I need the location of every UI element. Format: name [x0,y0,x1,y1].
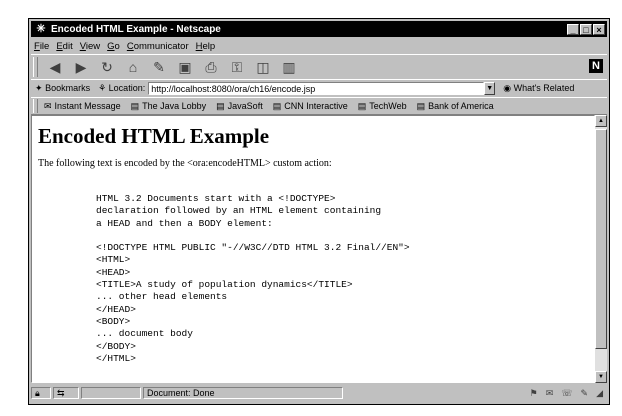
location-label: ⚘ Location: [98,83,145,94]
connection-icon: ⇆ [53,387,79,399]
bookmark-page-icon: ▤ [357,100,367,111]
stop-icon[interactable]: ▥ [278,57,300,77]
menu-go[interactable]: Go [107,41,120,52]
toolbar-grip[interactable] [33,57,38,77]
status-bar: 🔒︎ ⇆ Document: Done ⚑ ✉ ☏ ✎ ◢ [31,385,607,401]
menu-help[interactable]: Help [196,41,216,52]
mail-icon[interactable]: ✉ [546,388,554,399]
scroll-thumb[interactable] [595,129,607,349]
location-label-text: Location: [108,83,146,93]
navigation-toolbar: ◀ ▶ ↻ ⌂ ✎ ▣ ⎙ ⚿ ◫ ▥ N [31,54,607,80]
composer-icon[interactable]: ✎ [581,388,589,399]
scroll-down-icon[interactable]: ▼ [595,371,607,383]
security-icon[interactable]: ⚿ [226,57,248,77]
menu-communicator[interactable]: Communicator [127,41,189,52]
status-text: Document: Done [143,387,343,399]
menu-bar: File Edit View Go Communicator Help [31,39,607,53]
url-field[interactable]: http://localhost:8080/ora/ch16/encode.js… [148,82,485,95]
personal-item-label: JavaSoft [227,101,263,111]
component-bar: ⚑ ✉ ☏ ✎ ◢ [530,388,603,399]
personal-item-label: The Java Lobby [142,101,207,111]
forward-icon[interactable]: ▶ [70,57,92,77]
personal-item-cnn-interactive[interactable]: ▤ CNN Interactive [273,101,348,112]
netscape-app-icon: ✳ [36,23,46,35]
netscape-guide-icon[interactable]: ▣ [174,57,196,77]
search-icon[interactable]: ✎ [148,57,170,77]
personal-item-java-lobby[interactable]: ▤ The Java Lobby [131,101,207,112]
personal-item-label: CNN Interactive [284,101,348,111]
window-controls: _ □ × [567,23,605,35]
bookmark-page-icon: ▤ [216,100,225,111]
bookmarks-label: Bookmarks [45,83,91,93]
personal-item-javasoft[interactable]: ▤ JavaSoft [216,101,263,112]
menu-file[interactable]: File [34,41,49,52]
encoded-html-block: HTML 3.2 Documents start with a <!DOCTYP… [96,193,410,364]
print-icon[interactable]: ⎙ [200,57,222,77]
home-icon[interactable]: ⌂ [122,57,144,77]
personal-item-label: Bank of America [428,101,494,111]
maximize-button[interactable]: □ [580,23,592,35]
browser-window: ✳ Encoded HTML Example - Netscape _ □ × … [28,18,610,405]
personal-item-label: TechWeb [369,101,407,111]
whats-related-label: What's Related [513,83,575,93]
intro-text: The following text is encoded by the <or… [38,158,332,169]
location-toolbar: ✦ Bookmarks ⚘ Location: http://localhost… [31,79,607,98]
security-lock-icon[interactable]: 🔒︎ [31,387,51,399]
vertical-scrollbar[interactable]: ▲ ▼ [595,115,607,383]
menu-view[interactable]: View [80,41,100,52]
bookmarks-icon: ✦ [35,83,43,93]
bookmark-page-icon: ▤ [130,100,140,111]
personal-item-instant-message[interactable]: ✉ Instant Message [44,101,121,112]
personal-toolbar-grip[interactable] [33,99,38,113]
back-icon[interactable]: ◀ [44,57,66,77]
personal-item-techweb[interactable]: ▤ TechWeb [358,101,407,112]
netscape-logo-icon: N [589,59,603,73]
page-content: Encoded HTML Example The following text … [31,115,595,383]
scroll-up-icon[interactable]: ▲ [595,115,607,127]
minimize-button[interactable]: _ [567,23,579,35]
personal-toolbar: ✉ Instant Message ▤ The Java Lobby ▤ JavaSo… [31,97,607,115]
url-dropdown-button[interactable]: ▼ [484,82,496,95]
navigator-icon[interactable]: ⚑ [530,388,538,399]
reload-icon[interactable]: ↻ [96,57,118,77]
page-heading: Encoded HTML Example [38,124,270,148]
bookmark-page-icon: ▤ [416,100,426,111]
groups-icon[interactable]: ☏ [561,388,572,399]
resize-grip-icon[interactable]: ◢ [596,388,603,399]
whats-related-icon: ◉ [503,83,512,93]
close-button[interactable]: × [593,23,605,35]
title-bar: ✳ Encoded HTML Example - Netscape _ □ × [31,21,607,37]
bookmark-page-icon: ▤ [272,100,282,111]
personal-item-label: Instant Message [54,101,121,111]
progress-bar [81,387,141,399]
menu-edit[interactable]: Edit [56,41,72,52]
shop-icon[interactable]: ◫ [252,57,274,77]
window-title: Encoded HTML Example - Netscape [51,23,221,35]
whats-related-button[interactable]: ◉ What's Related [503,83,574,94]
page-proxy-icon[interactable]: ⚘ [98,83,106,93]
personal-item-bank-of-america[interactable]: ▤ Bank of America [417,101,494,112]
instant-message-icon: ✉ [44,100,52,111]
bookmarks-button[interactable]: ✦ Bookmarks [35,83,90,94]
